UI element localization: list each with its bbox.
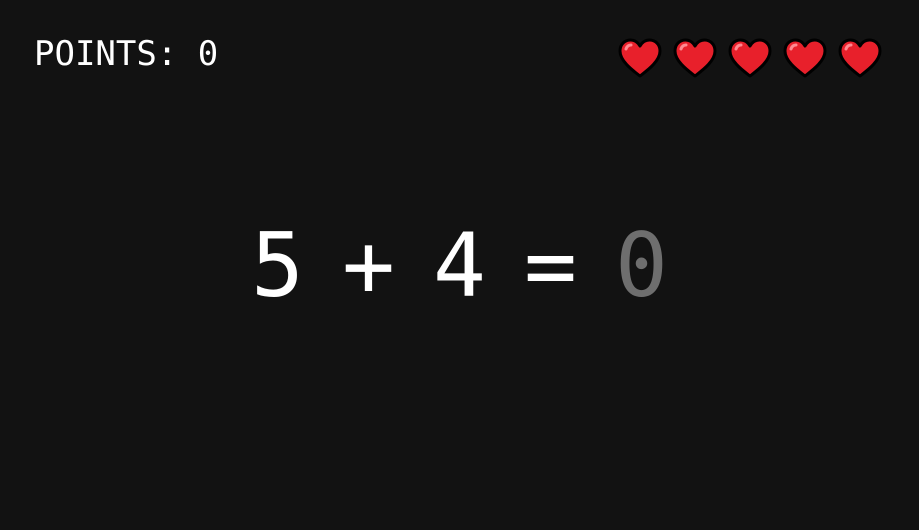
operator: +: [342, 214, 395, 317]
points-display: POINTS: 0: [34, 34, 219, 74]
heart-icon: [673, 38, 717, 78]
answer-input[interactable]: 0: [615, 216, 668, 316]
lives-display: [617, 37, 883, 79]
heart-icon: [618, 38, 662, 78]
game-screen: { "score": { "label": "POINTS: 0", "valu…: [0, 0, 919, 530]
heart-icon: [783, 38, 827, 78]
equals-sign: =: [523, 214, 577, 317]
heart-icon: [838, 38, 882, 78]
heart-icon: [728, 38, 772, 78]
math-equation: 5 +4 = 0: [0, 216, 919, 316]
operand-a: 5: [251, 214, 305, 317]
operand-b: 4: [433, 214, 486, 317]
